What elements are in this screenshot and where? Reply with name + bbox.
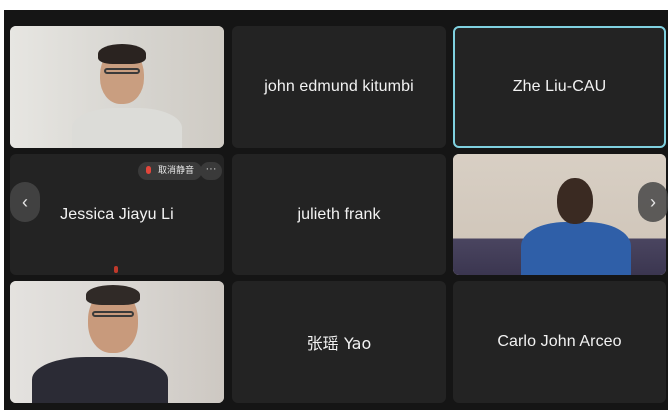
next-page-button[interactable]: › — [638, 182, 668, 222]
participant-video-person — [10, 281, 224, 403]
participant-name: 张瑶 Yao — [306, 334, 372, 353]
participant-tile-john[interactable]: john edmund kitumbi — [232, 26, 446, 148]
participant-name: julieth frank — [297, 205, 381, 223]
video-tile-participant-5[interactable] — [453, 154, 666, 275]
unmute-button[interactable]: 取消静音 — [138, 162, 203, 180]
participant-name: Jessica Jiayu Li — [60, 205, 174, 223]
participant-video-person — [10, 26, 224, 148]
participant-tile-zhang-yao[interactable]: 张瑶 Yao — [232, 281, 446, 403]
screenshot-frame: john edmund kitumbi Zhe Liu-CAU Jessica … — [0, 0, 671, 414]
participant-tile-julieth[interactable]: julieth frank — [232, 154, 446, 275]
video-tile-participant-6[interactable] — [10, 281, 224, 403]
chevron-right-icon: › — [650, 192, 656, 212]
video-tile-participant-1[interactable] — [10, 26, 224, 148]
participant-tile-carlo[interactable]: Carlo John Arceo — [453, 281, 666, 403]
muted-mic-icon — [146, 166, 151, 174]
mic-muted-icon — [114, 266, 118, 273]
unmute-label: 取消静音 — [158, 166, 195, 176]
participant-name: john edmund kitumbi — [264, 78, 414, 95]
chevron-left-icon: ‹ — [22, 192, 28, 212]
participant-tile-jessica[interactable]: Jessica Jiayu Li 取消静音 ··· — [10, 154, 224, 275]
participant-name: Zhe Liu-CAU — [512, 78, 607, 95]
participant-name: Carlo John Arceo — [497, 333, 622, 350]
participant-tile-zhe-active-speaker[interactable]: Zhe Liu-CAU — [453, 26, 666, 148]
previous-page-button[interactable]: ‹ — [10, 182, 40, 222]
more-options-button[interactable]: ··· — [200, 162, 222, 180]
meeting-gallery: john edmund kitumbi Zhe Liu-CAU Jessica … — [4, 10, 668, 410]
participant-video-person — [453, 154, 666, 275]
